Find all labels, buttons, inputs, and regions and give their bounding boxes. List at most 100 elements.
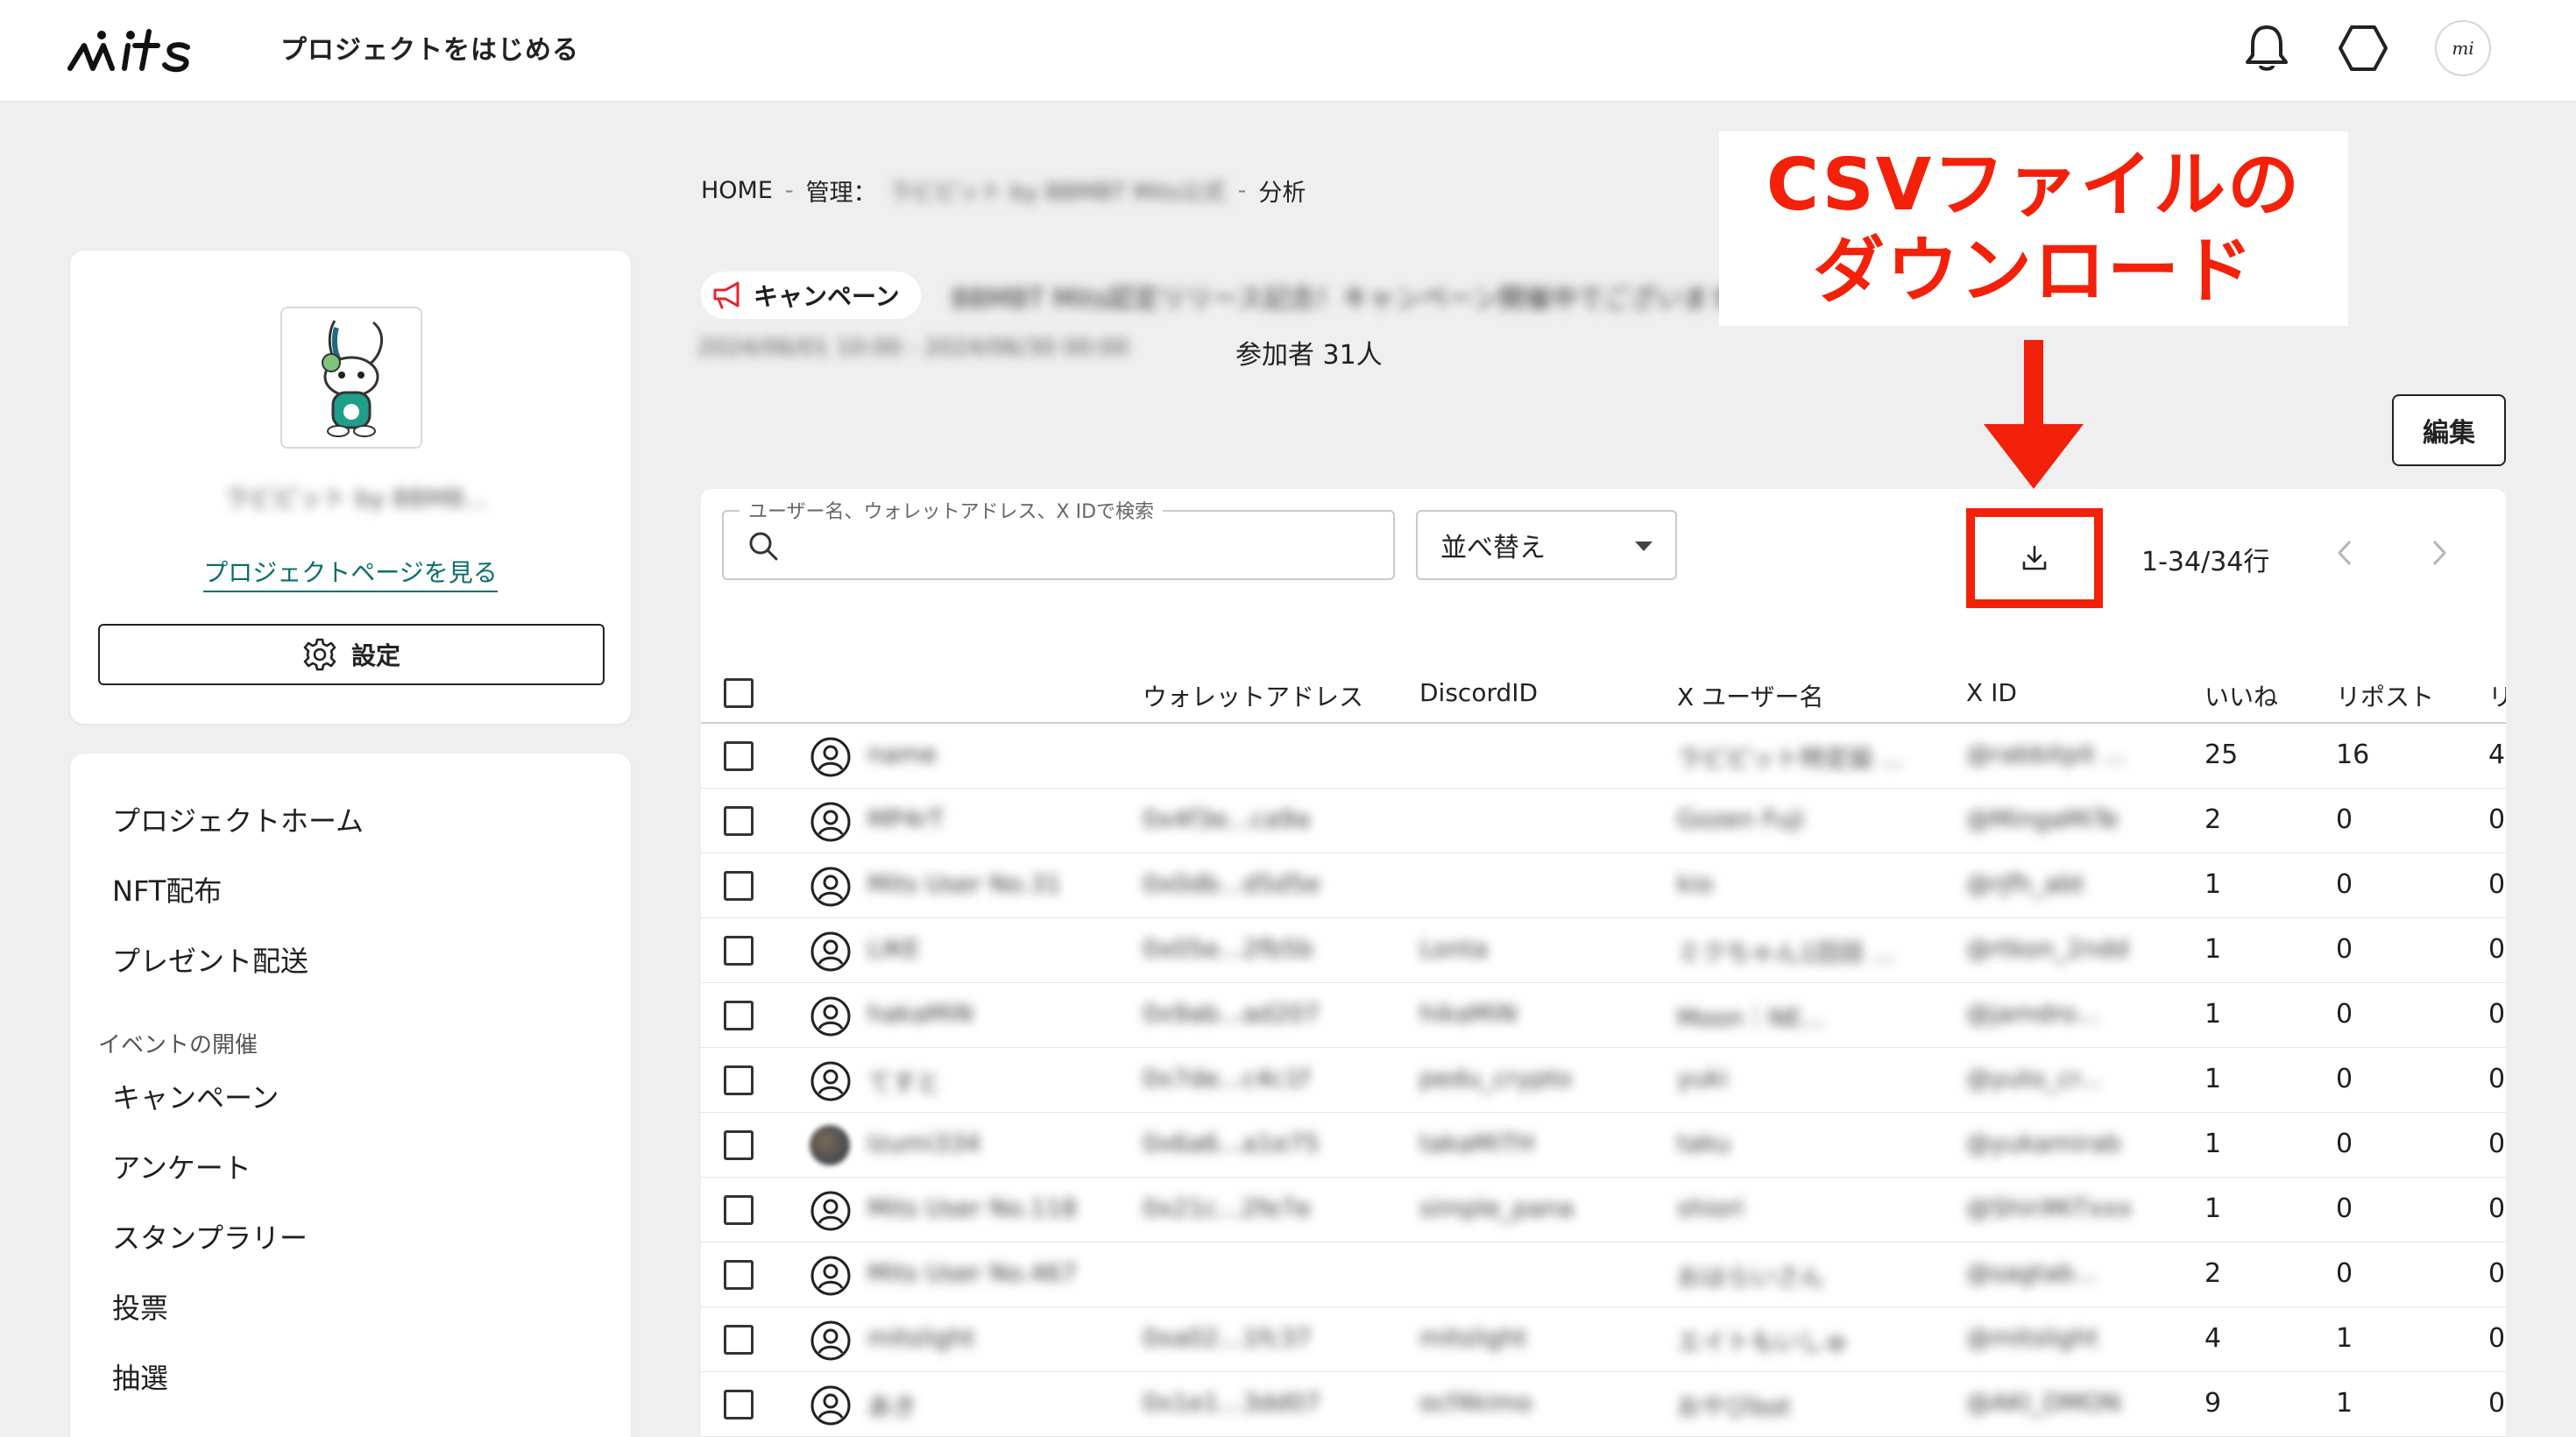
row-checkbox[interactable] bbox=[724, 936, 754, 966]
sidebar-item-nft[interactable]: NFT配布 bbox=[112, 869, 222, 910]
row-checkbox[interactable] bbox=[724, 1065, 754, 1095]
edit-button[interactable]: 編集 bbox=[2392, 394, 2506, 466]
cell-x-username: yuki bbox=[1677, 1064, 1729, 1093]
row-checkbox[interactable] bbox=[724, 1325, 754, 1355]
table-row[interactable]: hakaMiN 0x9ab...ad207 hikaMiN Moon｜NE... @ja… bbox=[701, 983, 2506, 1048]
sidebar-item-vote[interactable]: 投票 bbox=[112, 1286, 168, 1327]
col-reposts[interactable]: リポスト bbox=[2336, 678, 2434, 713]
search-input[interactable] bbox=[792, 522, 1370, 570]
row-checkbox[interactable] bbox=[724, 1390, 754, 1419]
cell-username[interactable]: name bbox=[867, 740, 937, 768]
project-page-link[interactable]: プロジェクトページを見る bbox=[203, 558, 498, 592]
table-row[interactable]: Mits User No.118 0x21c...2fe7e simple_pana… bbox=[701, 1178, 2506, 1242]
table-row[interactable]: てすと 0x7de...c4c1f pedu_crypto yuki @yuto_cr.… bbox=[701, 1048, 2506, 1113]
row-checkbox[interactable] bbox=[724, 1195, 754, 1225]
col-x-id[interactable]: X ID bbox=[1966, 678, 2017, 707]
annotation-line-1: CSVファイルの bbox=[1766, 144, 2302, 227]
cell-likes: 1 bbox=[2204, 869, 2222, 900]
user-avatar[interactable]: mi bbox=[2432, 18, 2494, 79]
cell-more: 0 bbox=[2488, 934, 2506, 965]
cell-username[interactable]: Mits User No.467 bbox=[867, 1258, 1077, 1287]
table-row[interactable]: Mits User No.31 0x0db...d5d5e kio @rjfh_abt… bbox=[701, 853, 2506, 918]
cell-x-username: ラビピット特定設 ... bbox=[1677, 744, 1905, 773]
cell-username[interactable]: MP4rT bbox=[867, 804, 944, 833]
cell-username[interactable]: Mits User No.118 bbox=[867, 1193, 1077, 1222]
cell-x-username: shiori bbox=[1677, 1193, 1744, 1222]
cell-likes: 25 bbox=[2204, 740, 2239, 770]
cell-more: 0 bbox=[2488, 1388, 2506, 1419]
csv-download-button[interactable] bbox=[1989, 524, 2080, 592]
sidebar-item-survey[interactable]: アンケート bbox=[112, 1146, 251, 1186]
cell-username[interactable]: mitslight bbox=[867, 1323, 975, 1352]
megaphone-icon bbox=[713, 281, 740, 309]
chevron-right-icon[interactable] bbox=[2417, 531, 2460, 575]
cell-wallet: 0x6a6...a1e75 bbox=[1143, 1129, 1320, 1157]
cell-username[interactable]: Mits User No.31 bbox=[867, 869, 1061, 898]
settings-label: 設定 bbox=[350, 641, 400, 670]
cell-likes: 1 bbox=[2204, 934, 2222, 965]
cell-reposts: 0 bbox=[2336, 934, 2353, 965]
participant-count: 参加者 31人 bbox=[1235, 340, 1383, 371]
col-x-username[interactable]: X ユーザー名 bbox=[1677, 678, 1824, 713]
user-photo-avatar bbox=[810, 1125, 850, 1165]
breadcrumb-project[interactable]: ラビピット by BBMBT Mits公式 bbox=[889, 174, 1226, 207]
project-selector[interactable]: ラビピット by BBMB... bbox=[224, 475, 488, 519]
table-row[interactable]: LIKE 0x05e...2fb5b Lonta ミクちゃん1回目 ... @rtkon… bbox=[701, 918, 2506, 983]
table-row[interactable]: mitslight 0xa02...1fc37 mitslight エイトもいしゅ @m… bbox=[701, 1307, 2506, 1372]
campaign-type-chip: キャンペーン bbox=[701, 272, 921, 319]
col-discord[interactable]: DiscordID bbox=[1419, 678, 1538, 707]
project-page-link-wrap: プロジェクトページを見る bbox=[70, 554, 631, 592]
project-profile-card: ラビピット by BBMB... プロジェクトページを見る 設定 bbox=[70, 251, 631, 724]
download-icon bbox=[2022, 545, 2047, 570]
sidebar-item-stamp-rally[interactable]: スタンプラリー bbox=[112, 1216, 308, 1256]
cell-x-username: Gozen Fuji bbox=[1677, 804, 1805, 833]
row-checkbox[interactable] bbox=[724, 806, 754, 836]
hexagon-wallet-icon[interactable] bbox=[2332, 18, 2394, 79]
row-checkbox[interactable] bbox=[724, 741, 754, 771]
select-all-checkbox[interactable] bbox=[724, 678, 754, 708]
start-project-link[interactable]: プロジェクトをはじめる bbox=[280, 28, 579, 67]
sort-label: 並べ替え bbox=[1440, 533, 1546, 563]
pagination-range: 1-34/34行 bbox=[2141, 547, 2270, 577]
sidebar-menu-card: プロジェクトホーム NFT配布 プレゼント配送 イベントの開催 キャンペーン ア… bbox=[70, 754, 631, 1437]
table-row[interactable]: Mits User No.467 おはらいさん @sagtab... 2 0 0 bbox=[701, 1242, 2506, 1307]
table-row[interactable]: あき 0x1e1...3dd07 ocf4kimo おやびbot @AKI_DMON 9 1… bbox=[701, 1372, 2506, 1437]
breadcrumb-current: 分析 bbox=[1258, 180, 1306, 207]
cell-more: 0 bbox=[2488, 869, 2506, 900]
row-checkbox[interactable] bbox=[724, 1001, 754, 1030]
table-row[interactable]: name ラビピット特定設 ... @rabbitpit ... 25 16 4 bbox=[701, 724, 2506, 789]
cell-wallet: 0x21c...2fe7e bbox=[1143, 1193, 1312, 1222]
table-row[interactable]: MP4rT 0x4f3e...ca9a Gozen Fuji @MingaMiTe 2 0… bbox=[701, 789, 2506, 853]
cell-username[interactable]: Izumi334 bbox=[867, 1129, 980, 1157]
cell-likes: 1 bbox=[2204, 1129, 2222, 1159]
cell-username[interactable]: LIKE bbox=[867, 934, 920, 963]
row-checkbox[interactable] bbox=[724, 1130, 754, 1160]
table-row[interactable]: Izumi334 0x6a6...a1e75 takaMiTH taku @yukami… bbox=[701, 1113, 2506, 1178]
sidebar-item-campaign[interactable]: キャンペーン bbox=[112, 1076, 279, 1116]
row-checkbox[interactable] bbox=[724, 871, 754, 901]
notification-bell-icon[interactable] bbox=[2236, 18, 2297, 79]
cell-username[interactable]: てすと bbox=[867, 1064, 941, 1099]
col-more[interactable]: リ bbox=[2488, 678, 2506, 713]
sort-select[interactable]: 並べ替え bbox=[1416, 510, 1677, 580]
cell-wallet: 0x4f3e...ca9a bbox=[1143, 804, 1311, 833]
search-field[interactable]: ユーザー名、ウォレットアドレス、X IDで検索 bbox=[722, 496, 1395, 580]
cell-x-id: @jamdro... bbox=[1966, 999, 2100, 1028]
user-avatar-icon bbox=[810, 1255, 852, 1297]
participants-panel: ユーザー名、ウォレットアドレス、X IDで検索 並べ替え 1-34/34行 ウォ… bbox=[701, 489, 2506, 1437]
cell-username[interactable]: hakaMiN bbox=[867, 999, 973, 1028]
chevron-left-icon[interactable] bbox=[2324, 531, 2367, 575]
col-wallet[interactable]: ウォレットアドレス bbox=[1143, 678, 1363, 713]
settings-button[interactable]: 設定 bbox=[98, 624, 605, 685]
cell-discord: takaMiTH bbox=[1419, 1129, 1535, 1157]
sidebar-item-project-home[interactable]: プロジェクトホーム bbox=[112, 799, 364, 839]
breadcrumb-home[interactable]: HOME bbox=[701, 177, 773, 204]
sidebar-item-lottery[interactable]: 抽選 bbox=[112, 1356, 168, 1397]
sidebar-item-present[interactable]: プレゼント配送 bbox=[112, 939, 308, 980]
user-avatar-icon bbox=[810, 1384, 852, 1426]
row-checkbox[interactable] bbox=[724, 1260, 754, 1290]
col-likes[interactable]: いいね bbox=[2204, 678, 2278, 713]
cell-likes: 1 bbox=[2204, 1193, 2222, 1224]
mits-logo[interactable] bbox=[67, 19, 216, 81]
cell-username[interactable]: あき bbox=[867, 1388, 916, 1423]
